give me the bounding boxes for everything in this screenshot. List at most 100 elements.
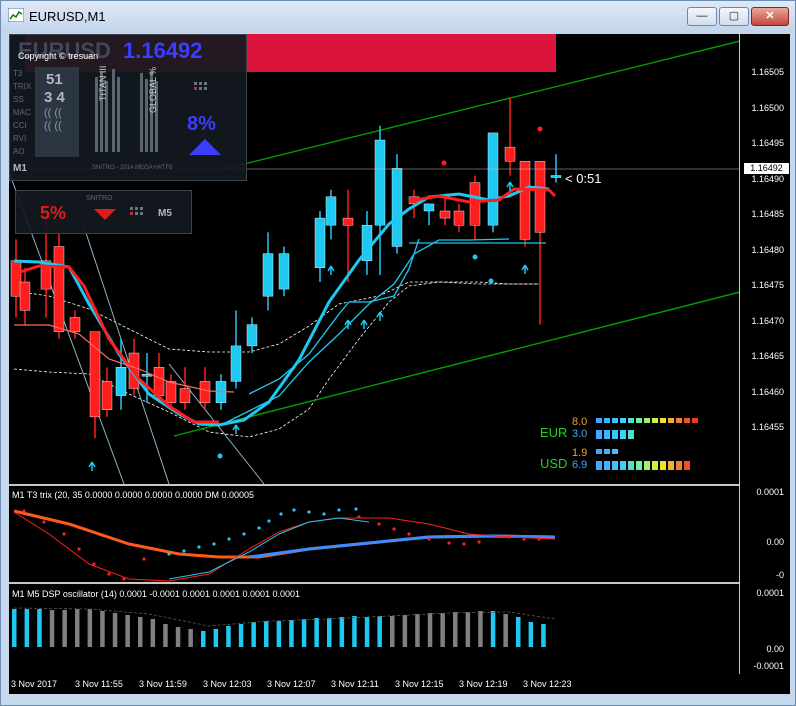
- global-label: GLOBAL %: [148, 66, 158, 113]
- dsp-title: M1 M5 DSP oscillator (14) 0.0001 -0.0001…: [12, 589, 301, 599]
- chart-area[interactable]: 1.16505 1.16500 1.16495 1.16490 1.16485 1.164…: [9, 34, 790, 694]
- trix-dot: [507, 535, 511, 539]
- candle-body: [550, 175, 562, 178]
- up-triangle-icon: [189, 139, 221, 155]
- trix-dot-cyan: [182, 549, 186, 553]
- currency-value: 3.0: [572, 428, 588, 440]
- price-label: 1.16492: [123, 38, 203, 63]
- dsp-bar: [226, 626, 231, 647]
- minimize-button[interactable]: —: [687, 7, 717, 26]
- candle-body: [423, 203, 435, 212]
- trix-dot: [92, 562, 96, 566]
- dsp-bar: [75, 609, 80, 647]
- close-button[interactable]: ✕: [751, 7, 789, 26]
- price-tick: 1.16480: [751, 244, 784, 255]
- strength-segment: [604, 449, 610, 454]
- currency-value: 6.9: [572, 459, 588, 471]
- price-tick: 1.16475: [751, 280, 784, 290]
- dsp-bar: [289, 620, 294, 647]
- strength-segment: [612, 461, 618, 470]
- trix-title: M1 T3 trix (20, 35 0.0000 0.0000 0.0000 …: [12, 490, 255, 500]
- current-price-label: 1.16492: [744, 163, 789, 174]
- trix-dot: [392, 527, 396, 531]
- trix-dot: [142, 557, 146, 561]
- trix-dot-cyan: [212, 542, 216, 546]
- strength-segment: [612, 418, 618, 423]
- dsp-bar: [440, 613, 445, 647]
- dsp-scale-bottom: -0.0001: [753, 661, 784, 671]
- sell-dot: [441, 160, 447, 166]
- trix-dot-cyan: [167, 552, 171, 556]
- time-axis: 3 Nov 2017 3 Nov 11:55 3 Nov 11:59 3 Nov 12…: [9, 674, 740, 694]
- dsp-bar: [402, 615, 408, 647]
- price-scale[interactable]: 1.16505 1.16500 1.16495 1.16490 1.16485 1.164…: [739, 34, 790, 694]
- trix-dot-cyan: [257, 526, 261, 530]
- candle-body: [69, 317, 81, 332]
- strength-segment: [636, 461, 642, 470]
- candle-body: [262, 253, 274, 297]
- buy-dot: [217, 453, 223, 459]
- strength-segment: [636, 418, 642, 423]
- price-tick: 1.16455: [751, 422, 784, 432]
- dsp-bar: [427, 613, 433, 647]
- grid-icon: [194, 82, 207, 90]
- trix-indicator: [13, 507, 556, 582]
- strength-segment: [668, 418, 674, 423]
- currency-value: 8.0: [572, 416, 588, 428]
- candle-body: [278, 253, 290, 290]
- title-bar[interactable]: EURUSD,M1 — ▢ ✕: [1, 1, 795, 33]
- currency-value: 1.9: [572, 447, 588, 459]
- candle-body: [469, 182, 481, 226]
- trend-channel: [173, 40, 740, 437]
- strength-segment: [604, 461, 610, 470]
- trix-dot-cyan: [242, 532, 246, 536]
- price-tick: 1.16505: [751, 67, 784, 77]
- trix-dot: [357, 515, 361, 519]
- price-tick: 1.16500: [751, 102, 784, 113]
- trix-dot: [77, 547, 81, 551]
- window-title: EURUSD,M1: [29, 9, 106, 24]
- indicator-row-label: SS: [13, 95, 24, 104]
- time-tick: 3 Nov 11:55: [75, 679, 123, 689]
- dsp-bar: [364, 617, 370, 647]
- dsp-signal: [13, 607, 556, 627]
- strength-segment: [596, 449, 602, 454]
- buy-arrow: [88, 461, 96, 471]
- dsp-bar: [503, 614, 508, 647]
- dsp-bar: [453, 612, 458, 647]
- dsp-oscillator: [12, 607, 556, 647]
- candle-body: [342, 217, 354, 226]
- price-tick: 1.16485: [751, 209, 784, 219]
- candle-body: [374, 139, 386, 226]
- buy-arrow: [521, 264, 529, 274]
- time-tick: 3 Nov 12:11: [331, 679, 379, 689]
- price-tick: 1.16470: [751, 315, 784, 326]
- dsp-bar: [49, 610, 55, 647]
- time-tick: 3 Nov 12:19: [459, 679, 508, 689]
- strength-segment: [604, 418, 610, 423]
- trix-dot: [462, 542, 466, 546]
- strength-segment: [660, 418, 666, 423]
- strength-segment: [684, 461, 690, 470]
- trix-dot: [407, 532, 411, 536]
- candle-body: [391, 168, 403, 247]
- maximize-button[interactable]: ▢: [719, 7, 749, 26]
- trix-dot: [107, 572, 111, 576]
- dsp-bar: [238, 624, 244, 647]
- dsp-bar: [465, 612, 471, 647]
- trix-scale-mid: 0.00: [766, 537, 784, 547]
- bull-percent: 8%: [187, 113, 216, 135]
- candle-body: [246, 324, 258, 347]
- indicator-row-label: RVI: [13, 134, 27, 143]
- indicator-row-label: T3: [13, 69, 23, 78]
- strength-segment: [596, 430, 602, 439]
- dsp-bar: [175, 627, 181, 647]
- candle-body: [165, 381, 177, 403]
- buy-arrow: [232, 424, 240, 434]
- strength-segment: [644, 461, 650, 470]
- trix-dot: [42, 520, 46, 524]
- mtf-panel: 5% SNITRO M5: [15, 190, 192, 234]
- currency-name: USD: [540, 456, 568, 471]
- down-triangle-icon: [94, 209, 116, 220]
- candle-body: [314, 217, 326, 269]
